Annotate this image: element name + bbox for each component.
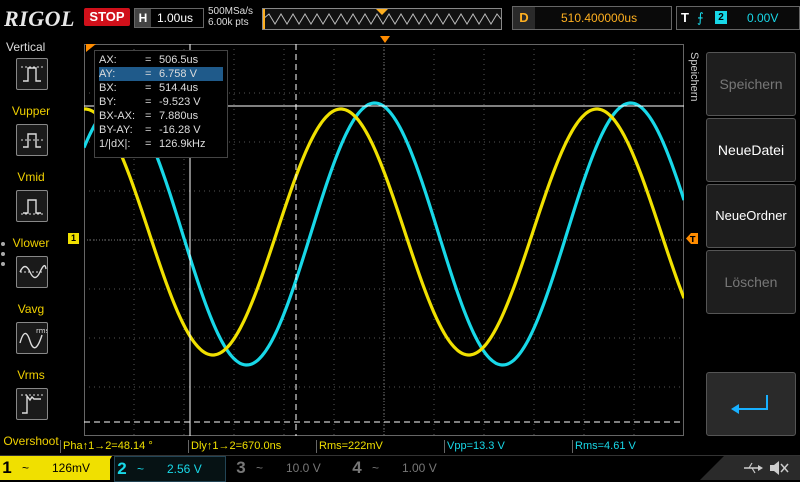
overshoot-icon xyxy=(16,388,48,420)
channel-divider xyxy=(98,456,112,480)
channel-scale: 2.56 V xyxy=(167,462,202,476)
new-folder-button[interactable]: NeueOrdner xyxy=(706,184,796,248)
trigger-key: T xyxy=(681,10,689,25)
timebase-value: 1.00us xyxy=(157,11,194,25)
ch1-ground-marker[interactable]: 1 xyxy=(68,233,79,244)
top-status-bar: RIGOL STOP H 1.00us 500MSa/s 6.00k pts D… xyxy=(0,0,800,38)
menu-label: Overshoot xyxy=(3,434,59,448)
acquisition-info: 500MSa/s 6.00k pts xyxy=(208,6,253,28)
channel-scale: 1.00 V xyxy=(402,461,437,475)
memory-overview-strip xyxy=(262,8,502,30)
menu-label: Vrms xyxy=(17,368,45,382)
channel-1-status[interactable]: 1 ~ 126mV xyxy=(0,456,110,480)
channel-2-status[interactable]: 2 ~ 2.56 V xyxy=(114,456,226,482)
menu-item-vavg[interactable]: Vavg xyxy=(4,256,58,316)
vavg-icon xyxy=(16,256,48,288)
measurement-ch2-rms[interactable]: Rms=4.61 V xyxy=(572,440,699,453)
vrms-icon: rms xyxy=(16,322,50,354)
channel-number: 3 xyxy=(236,458,246,477)
cursor-row-inv-dx: 1/|dX|: = 126.9kHz xyxy=(99,138,206,150)
cursor-row-bx: BX: = 514.4us xyxy=(99,82,199,94)
menu-item-overshoot[interactable]: Overshoot xyxy=(3,388,59,448)
memory-waveform-icon xyxy=(262,9,502,29)
run-stop-indicator[interactable]: STOP xyxy=(84,8,130,26)
menu-label: Vlower xyxy=(12,236,50,250)
cursor-row-by: BY: = -9.523 V xyxy=(99,96,201,108)
menu-item-vrms[interactable]: rms Vrms xyxy=(4,322,58,382)
menu-item-vupper[interactable]: Vupper xyxy=(4,58,58,118)
channel-number: 4 xyxy=(352,458,362,477)
channel-4-status[interactable]: 4 ~ 1.00 V xyxy=(350,456,450,480)
trigger-level-marker[interactable]: T xyxy=(686,233,698,244)
measurement-ch2-vpp[interactable]: Vpp=13.3 V xyxy=(444,440,571,453)
vmid-icon xyxy=(16,124,48,156)
channel-number: 2 xyxy=(117,459,127,478)
brand-logo: RIGOL xyxy=(4,6,75,31)
horizontal-key: H xyxy=(135,9,151,27)
delay-value: 510.400000us xyxy=(561,11,638,25)
delay-box[interactable]: D 510.400000us xyxy=(512,6,672,30)
trigger-position-marker xyxy=(380,36,390,43)
ac-coupling-icon: ~ xyxy=(372,461,380,475)
channel-3-status[interactable]: 3 ~ 10.0 V xyxy=(234,456,334,480)
right-menu-title: Speichern xyxy=(688,52,700,102)
ac-coupling-icon: ~ xyxy=(256,461,264,475)
menu-title: Vertical xyxy=(6,40,46,54)
page-dots xyxy=(0,240,8,270)
enter-button[interactable] xyxy=(706,372,796,436)
delay-key: D xyxy=(513,7,535,29)
enter-icon xyxy=(731,395,768,414)
measurement-bar: Pha↑1→2=48.14 ° Dly↑1→2=670.0ns Rms=222m… xyxy=(60,440,700,453)
vlower-icon xyxy=(16,190,48,222)
svg-text:rms: rms xyxy=(36,327,47,335)
rising-edge-icon: ⨍ xyxy=(697,10,704,25)
new-file-button[interactable]: NeueDatei xyxy=(706,118,796,182)
ac-coupling-icon: ~ xyxy=(137,462,145,476)
channel-number: 1 xyxy=(2,458,12,477)
trigger-source: 2 xyxy=(715,11,727,24)
cursor-row-ay: AY: = 6.758 V xyxy=(99,67,223,81)
sample-rate: 500MSa/s xyxy=(208,6,254,17)
cursor-readout-panel: AX: = 506.5us AY: = 6.758 V BX: = 514.4us BY: =… xyxy=(94,50,228,158)
measurement-phase[interactable]: Pha↑1→2=48.14 ° xyxy=(60,440,189,453)
timebase-box[interactable]: H 1.00us xyxy=(134,8,204,28)
memory-depth: 6.00k pts xyxy=(208,17,249,28)
vupper-icon xyxy=(16,58,48,90)
delete-button[interactable]: Löschen xyxy=(706,250,796,314)
cursor-row-ax: AX: = 506.5us xyxy=(99,54,199,66)
trigger-level: 0.00V xyxy=(747,11,779,25)
cursor-row-bx-ax: BX-AX: = 7.880us xyxy=(99,110,199,122)
vertical-measure-menu: Vertical Vupper Vmid Vlower Vavg rms Vrm… xyxy=(0,38,60,448)
channel-scale: 126mV xyxy=(52,461,91,475)
trigger-box[interactable]: T ⨍ 2 0.00V xyxy=(676,6,800,30)
menu-label: Vmid xyxy=(17,170,45,184)
menu-label: Vavg xyxy=(17,302,45,316)
trigger-level-marker-label: T xyxy=(690,235,696,244)
channel-scale: 10.0 V xyxy=(286,461,321,475)
menu-item-vmid[interactable]: Vmid xyxy=(4,124,58,184)
save-button[interactable]: Speichern xyxy=(706,52,796,116)
cursor-row-by-ay: BY-AY: = -16.28 V xyxy=(99,124,201,136)
channel-status-bar: 1 ~ 126mV 2 ~ 2.56 V 3 ~ 10.0 V 4 ~ 1.00… xyxy=(0,455,800,482)
menu-label: Vupper xyxy=(11,104,51,118)
measurement-delay[interactable]: Dly↑1→2=670.0ns xyxy=(188,440,315,453)
measurement-ch1-rms[interactable]: Rms=222mV xyxy=(316,440,443,453)
status-icons xyxy=(700,456,800,480)
ac-coupling-icon: ~ xyxy=(22,461,30,475)
menu-item-vlower[interactable]: Vlower xyxy=(4,190,58,250)
